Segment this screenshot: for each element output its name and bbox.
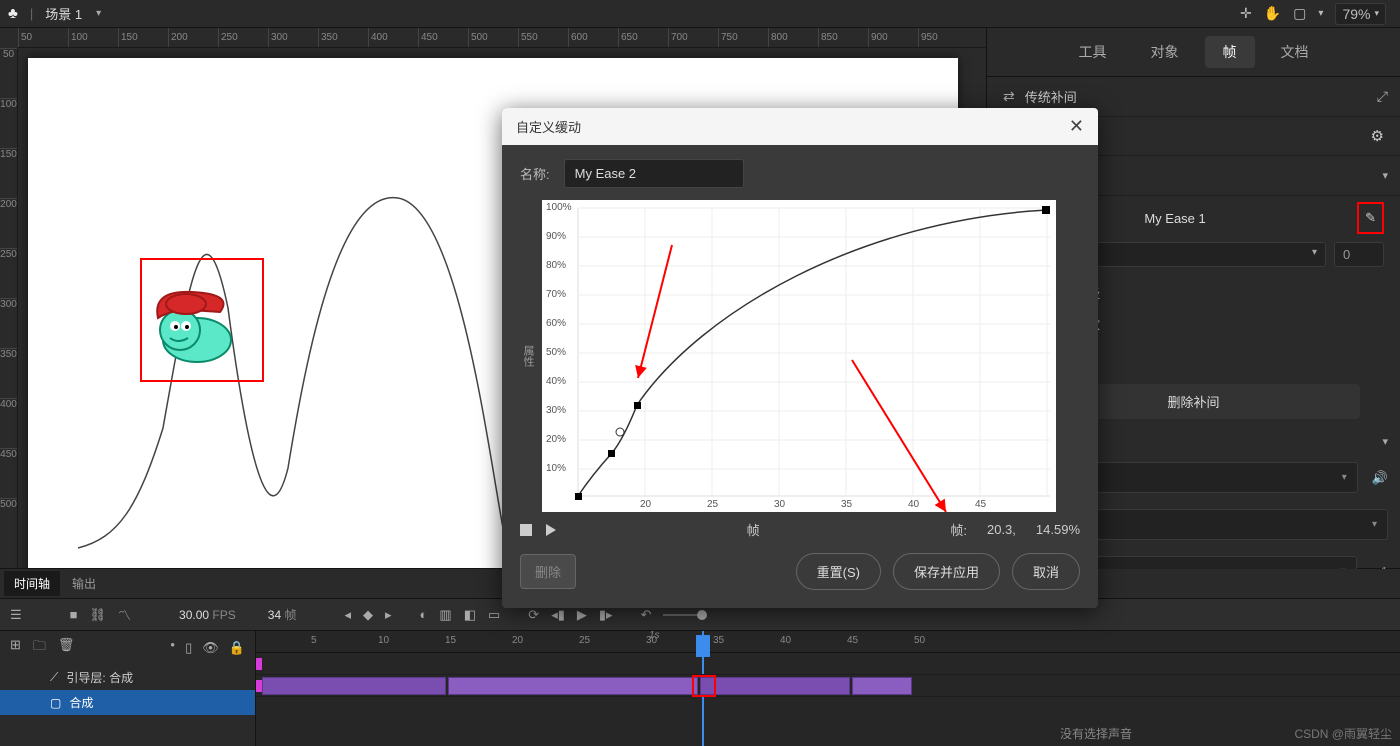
ruler-vertical: 50100150200250300350400450500 <box>0 48 18 568</box>
tab-object[interactable]: 对象 <box>1133 36 1197 68</box>
loop-icon[interactable]: ⟳ <box>528 607 539 623</box>
zoom-value: 79% <box>1342 6 1370 22</box>
graph-ylabel: 属性 <box>520 345 536 367</box>
speaker-icon[interactable]: 🔊 <box>1372 470 1388 486</box>
delete-button[interactable]: 删除 <box>520 554 576 589</box>
frame-label: 帧 <box>570 520 936 539</box>
track-comp[interactable] <box>256 675 1400 697</box>
chevron-down-icon: ▾ <box>1342 472 1347 483</box>
tween-span[interactable] <box>700 677 850 695</box>
tween-span[interactable] <box>448 677 698 695</box>
tab-output[interactable]: 输出 <box>62 571 106 596</box>
hand-icon[interactable]: ✋ <box>1264 5 1281 22</box>
cancel-button[interactable]: 取消 <box>1012 553 1080 590</box>
layer-icon: ▢ <box>50 696 61 710</box>
guide-icon: ⟋ <box>50 670 58 685</box>
frame-pos: 20.3, <box>987 522 1016 537</box>
expand-icon[interactable]: ⤢ <box>1377 88 1388 105</box>
timeline-layers: ⊞ 🗀 🗑 ● ▯ 👁 🔒 ⟋ 引导层: 合成 ▢ 合成 <box>0 631 256 746</box>
track-guide[interactable] <box>256 653 1400 675</box>
link-icon[interactable]: ⛓ <box>90 607 107 623</box>
step-back-icon[interactable]: ◂▮ <box>551 607 565 623</box>
prev-key-icon[interactable]: ◂ <box>344 607 351 623</box>
timeline-tracks[interactable]: 1s 5 10 15 20 25 30 35 40 45 50 <box>256 631 1400 746</box>
save-apply-button[interactable]: 保存并应用 <box>893 553 1000 590</box>
eye-icon[interactable]: 👁 <box>202 640 219 656</box>
top-tools: ✛ ✋ ▢ ▾ 79% ▾ <box>1240 3 1392 25</box>
outline-icon[interactable]: ▯ <box>185 640 192 656</box>
rect-icon[interactable]: ▢ <box>1293 5 1306 22</box>
frame-percent: 14.59% <box>1036 522 1080 537</box>
character-sprite <box>142 260 262 380</box>
ease-name-input[interactable] <box>564 159 744 188</box>
chevron-down-icon: ▾ <box>1372 519 1377 530</box>
tab-document[interactable]: 文档 <box>1263 36 1327 68</box>
chevron-down-icon[interactable]: ▾ <box>1382 435 1388 448</box>
layer-guide[interactable]: ⟋ 引导层: 合成 <box>0 665 255 690</box>
chevron-down-icon: ▾ <box>1312 247 1317 262</box>
onion-icon[interactable]: ◐ <box>420 607 428 622</box>
tab-timeline[interactable]: 时间轴 <box>4 571 60 596</box>
tween-span[interactable] <box>262 677 446 695</box>
chevron-down-icon: ▾ <box>1382 169 1388 182</box>
tab-tools[interactable]: 工具 <box>1061 36 1125 68</box>
add-layer-icon[interactable]: ⊞ <box>10 637 21 659</box>
play-icon[interactable]: ▶ <box>577 607 587 623</box>
graph-icon[interactable]: 〽 <box>118 605 131 624</box>
rotation-count[interactable]: 0 <box>1334 242 1384 267</box>
ruler-horizontal: 5010015020025030035040045050055060065070… <box>18 28 986 48</box>
sync-select[interactable]: 事件▾ <box>1053 509 1388 540</box>
stop-icon[interactable] <box>520 524 532 536</box>
layers-icon[interactable]: ☰ <box>10 607 22 623</box>
watermark: CSDN @雨翼轻尘 <box>1294 725 1392 742</box>
lock-icon[interactable]: 🔒 <box>229 640 245 656</box>
chevron-down-icon[interactable]: ▾ <box>1318 8 1323 19</box>
dialog-title: 自定义缓动 <box>516 117 581 136</box>
step-fwd-icon[interactable]: ▮▸ <box>599 607 613 623</box>
tween-icon: ⇄ <box>1003 88 1015 105</box>
selection-box[interactable] <box>140 258 264 382</box>
dialog-header: 自定义缓动 ✕ <box>502 108 1098 145</box>
name-label: 名称: <box>520 164 550 183</box>
camera-icon[interactable]: ■ <box>70 607 78 622</box>
edit-ease-button[interactable]: ✎ <box>1357 202 1384 234</box>
timeline-ruler[interactable]: 1s 5 10 15 20 25 30 35 40 45 50 <box>256 631 1400 653</box>
dot-icon[interactable]: ● <box>170 640 175 656</box>
zoom-slider[interactable] <box>663 614 703 616</box>
keyframe[interactable] <box>256 658 262 670</box>
frame-pos-label: 帧: <box>950 520 967 539</box>
app-topbar: ♣ | 场景 1 ▾ ✛ ✋ ▢ ▾ 79% ▾ <box>0 0 1400 28</box>
chevron-down-icon: ▾ <box>96 8 101 19</box>
close-icon[interactable]: ✕ <box>1069 116 1084 137</box>
next-key-icon[interactable]: ▸ <box>385 607 392 623</box>
play-icon[interactable] <box>546 524 556 536</box>
custom-ease-dialog: 自定义缓动 ✕ 名称: 属性 <box>502 108 1098 608</box>
chevron-down-icon: ▾ <box>1374 8 1379 19</box>
center-icon[interactable]: ✛ <box>1240 5 1252 22</box>
scene-selector[interactable]: 场景 1 ▾ <box>45 4 101 23</box>
graph-controls: 帧 帧: 20.3, 14.59% <box>520 520 1080 539</box>
trash-icon[interactable]: 🗑 <box>58 637 75 659</box>
no-sound-label: 没有选择声音 <box>1060 725 1132 742</box>
app-icon: ♣ <box>8 5 18 22</box>
tab-frame[interactable]: 帧 <box>1205 36 1255 68</box>
gear-icon[interactable]: ⚙ <box>1371 127 1384 145</box>
reset-button[interactable]: 重置(S) <box>796 553 881 590</box>
folder-icon[interactable]: 🗀 <box>33 637 46 659</box>
panel-tabs: 工具 对象 帧 文档 <box>987 28 1400 77</box>
undo-icon[interactable]: ↶ <box>641 607 652 623</box>
highlight-box <box>692 675 716 697</box>
edit-multi-icon[interactable]: ◧ <box>464 607 476 623</box>
marker-icon[interactable]: ▭ <box>488 607 500 623</box>
effect-select[interactable]: 无▾ <box>1053 462 1358 493</box>
tween-label: 传统补间 <box>1025 87 1077 106</box>
zoom-input[interactable]: 79% ▾ <box>1335 3 1386 25</box>
layer-comp[interactable]: ▢ 合成 <box>0 690 255 715</box>
onion-outline-icon[interactable]: ▥ <box>439 607 451 623</box>
ease-graph[interactable]: 100% 90% 80% 70% 60% 50% 40% 30% 20% 10%… <box>542 200 1056 512</box>
tween-span[interactable] <box>852 677 912 695</box>
pipe-icon: | <box>30 6 33 21</box>
scene-name: 场景 1 <box>45 4 82 23</box>
insert-key-icon[interactable]: ◆ <box>363 607 373 623</box>
